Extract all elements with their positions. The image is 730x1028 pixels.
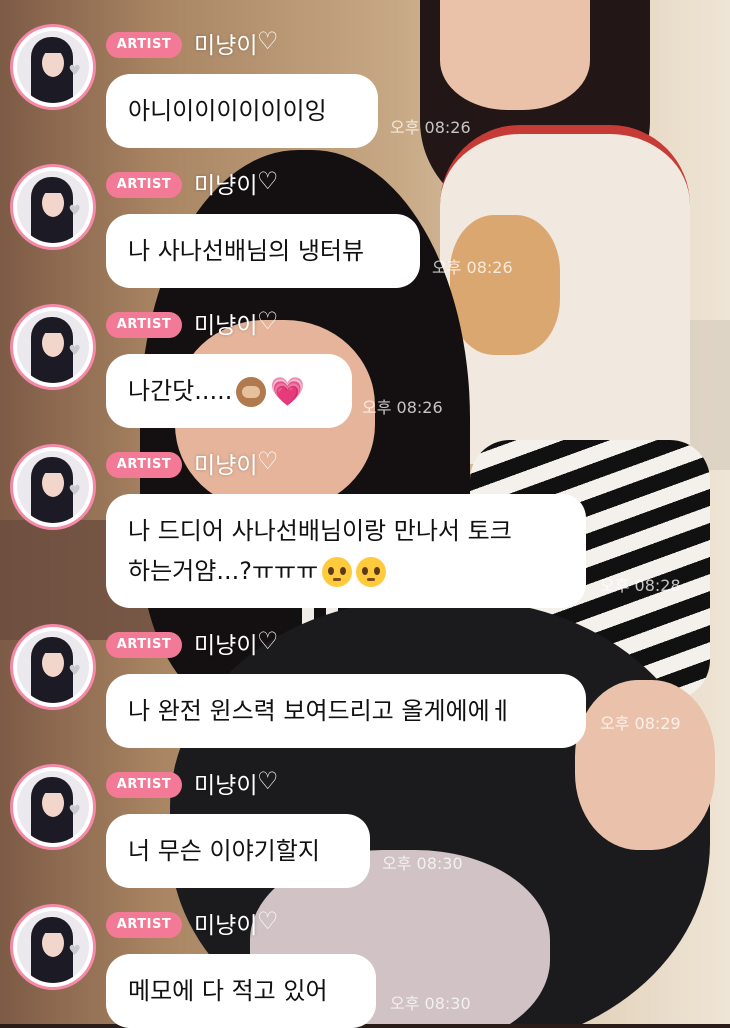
artist-badge: ARTIST: [106, 772, 182, 798]
message-time: 오후 08:30: [390, 994, 471, 1013]
message-time: 오후 08:26: [390, 118, 471, 137]
message-text: 나 드디어 사나선배님이랑 만나서 토크: [128, 517, 512, 545]
see-no-evil-monkey-icon: [236, 377, 267, 407]
sender-name: 미냥이: [194, 633, 258, 659]
avatar[interactable]: ♥: [10, 304, 96, 390]
pleading-face-icon: [322, 557, 353, 587]
artist-badge: ARTIST: [106, 912, 182, 938]
message-text-row: 나간닷..... 💗: [128, 371, 330, 411]
avatar[interactable]: ♥: [10, 624, 96, 710]
message-time: 오후 08:29: [600, 714, 681, 733]
sender-name: 미냥이: [194, 313, 258, 339]
sender-name: 미냥이: [194, 773, 258, 799]
white-heart-icon: ♡: [257, 27, 279, 55]
avatar[interactable]: ♥: [10, 904, 96, 990]
sparkling-heart-icon: 💗: [270, 375, 306, 408]
message-bubble[interactable]: 나 드디어 사나선배님이랑 만나서 토크 하는거얌...?ㅠㅠㅠ: [106, 494, 586, 608]
message-time: 오후 08:26: [432, 258, 513, 277]
message-text: 너 무슨 이야기할지: [128, 837, 320, 865]
message-text: 메모에 다 적고 있어: [128, 977, 328, 1005]
avatar[interactable]: ♥: [10, 24, 96, 110]
message-text: 아니이이이이이이잉: [128, 97, 327, 125]
white-heart-icon: ♡: [257, 907, 279, 935]
message-bubble[interactable]: 메모에 다 적고 있어: [106, 954, 376, 1028]
avatar[interactable]: ♥: [10, 164, 96, 250]
avatar[interactable]: ♥: [10, 444, 96, 530]
message-text: 나 사나선배님의 냉터뷰: [128, 237, 365, 265]
sender-name: 미냥이: [194, 913, 258, 939]
message-time: 오후 08:30: [382, 854, 463, 873]
white-heart-icon: ♡: [257, 627, 279, 655]
artist-badge: ARTIST: [106, 312, 182, 338]
message-bubble[interactable]: 아니이이이이이이잉: [106, 74, 378, 148]
message-text: 나 완전 윈스력 보여드리고 올게에에ㅔ: [128, 697, 512, 725]
sender-name: 미냥이: [194, 453, 258, 479]
white-heart-icon: ♡: [257, 767, 279, 795]
message-time: 오후 08:26: [362, 398, 443, 417]
message-bubble[interactable]: 나간닷..... 💗: [106, 354, 352, 428]
message-bubble[interactable]: 너 무슨 이야기할지: [106, 814, 370, 888]
message-time: 오후 08:28: [600, 576, 681, 595]
white-heart-icon: ♡: [257, 167, 279, 195]
artist-badge: ARTIST: [106, 172, 182, 198]
artist-badge: ARTIST: [106, 452, 182, 478]
artist-badge: ARTIST: [106, 632, 182, 658]
artist-badge: ARTIST: [106, 32, 182, 58]
message-bubble[interactable]: 나 사나선배님의 냉터뷰: [106, 214, 420, 288]
white-heart-icon: ♡: [257, 307, 279, 335]
pleading-face-icon: [356, 557, 387, 587]
avatar[interactable]: ♥: [10, 764, 96, 850]
message-text: 나간닷.....: [128, 377, 233, 405]
sender-name: 미냥이: [194, 173, 258, 199]
sender-name: 미냥이: [194, 33, 258, 59]
chat-message-list[interactable]: ♥ ARTIST 미냥이 ♡ 아니이이이이이이잉 오후 08:26 ♥ ARTI…: [0, 0, 730, 1028]
message-text-row: 하는거얌...?ㅠㅠㅠ: [128, 551, 564, 591]
message-text: 하는거얌...?ㅠㅠㅠ: [128, 557, 319, 585]
white-heart-icon: ♡: [257, 447, 279, 475]
message-bubble[interactable]: 나 완전 윈스력 보여드리고 올게에에ㅔ: [106, 674, 586, 748]
